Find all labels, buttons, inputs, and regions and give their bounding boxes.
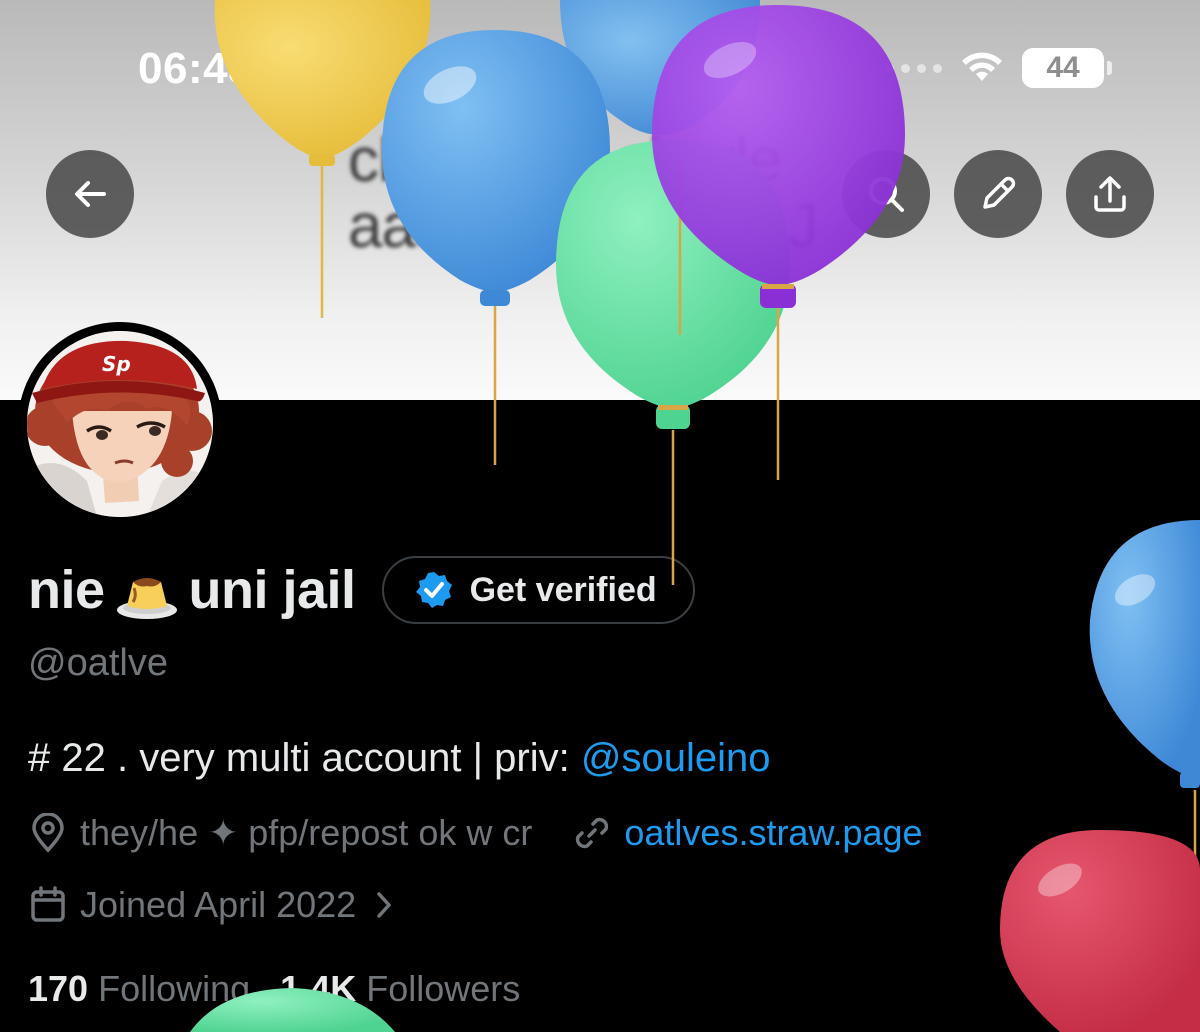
bio-text: # 22 . very multi account | priv: — [28, 736, 581, 780]
display-name-part1: nie — [28, 560, 105, 620]
pencil-icon — [983, 176, 1016, 209]
edit-button[interactable] — [954, 150, 1042, 238]
display-name-part2: uni jail — [188, 560, 357, 620]
joined-date: Joined April 2022 — [80, 884, 357, 925]
calendar-icon — [28, 885, 68, 925]
follow-stats: 170 Following 1.4K Followers — [28, 968, 520, 1010]
profile-name-row: nie uni jail Get verified — [28, 556, 695, 624]
get-verified-button[interactable]: Get verified — [381, 556, 695, 624]
status-time: 06:43 — [138, 44, 254, 93]
back-button[interactable] — [46, 150, 134, 238]
following-link[interactable]: 170 Following — [28, 968, 250, 1010]
cellular-signal-icon — [885, 63, 942, 73]
svg-text:Sp: Sp — [102, 352, 131, 376]
banner-text: christian charle aaaaahHGHJKLJ — [348, 126, 818, 261]
followers-link[interactable]: 1.4K Followers — [280, 968, 520, 1010]
arrow-left-icon — [75, 181, 106, 207]
flan-emoji — [115, 566, 179, 622]
avatar[interactable]: Sp — [18, 322, 222, 526]
share-icon — [1094, 176, 1126, 212]
get-verified-label: Get verified — [469, 570, 657, 609]
search-button[interactable] — [842, 150, 930, 238]
location-pin-icon — [28, 813, 68, 853]
joined-row[interactable]: Joined April 2022 — [28, 884, 394, 926]
search-icon — [869, 177, 904, 212]
verified-badge-icon — [415, 572, 452, 608]
chevron-right-icon — [374, 889, 394, 921]
wifi-icon — [962, 52, 1002, 81]
share-button[interactable] — [1066, 150, 1154, 238]
profile-handle: @oatlve — [28, 642, 168, 684]
profile-meta-row: they/he ✦ pfp/repost ok w cr oatlves.str… — [28, 812, 923, 854]
profile-bio: # 22 . very multi account | priv: @soule… — [28, 736, 770, 781]
bio-mention-link[interactable]: @souleino — [581, 736, 771, 780]
status-icons: 44 — [885, 48, 1112, 88]
battery-indicator: 44 — [1022, 48, 1112, 88]
link-icon — [572, 813, 612, 853]
profile-website-link[interactable]: oatlves.straw.page — [624, 812, 922, 854]
profile-location: they/he ✦ pfp/repost ok w cr — [80, 812, 533, 853]
avatar-image: Sp — [27, 331, 213, 517]
